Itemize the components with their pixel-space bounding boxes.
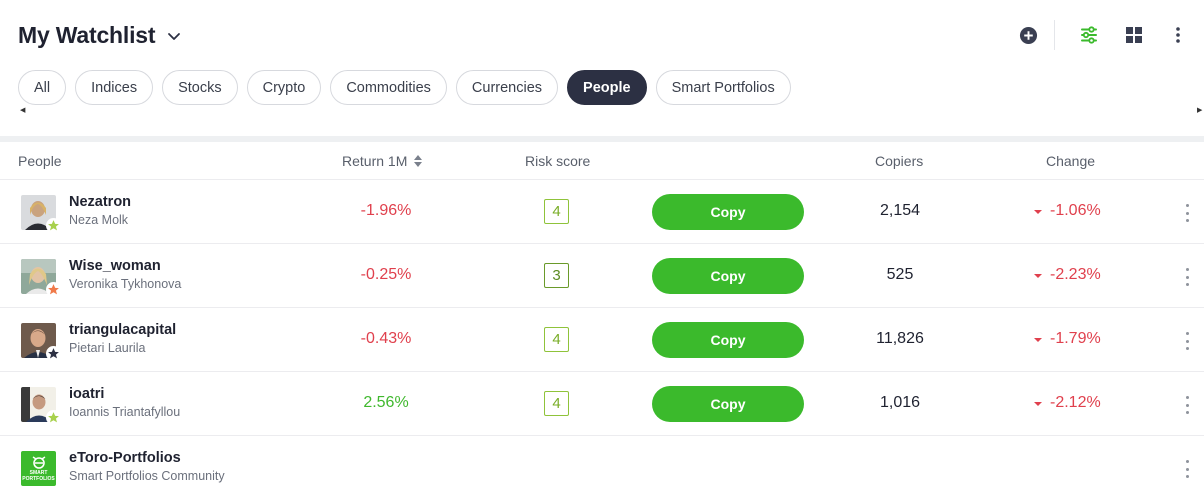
add-icon[interactable] <box>1017 24 1039 46</box>
copy-button[interactable]: Copy <box>652 194 804 230</box>
scroll-left-icon[interactable]: ◀ <box>20 106 25 114</box>
tab-all[interactable]: All <box>18 70 67 105</box>
row-more-icon[interactable] <box>1181 268 1193 286</box>
filters-icon[interactable] <box>1078 24 1100 46</box>
row-more-icon[interactable] <box>1181 460 1193 478</box>
tab-indices[interactable]: Indices <box>75 70 154 105</box>
change-text: -2.23% <box>1050 266 1101 283</box>
table-header: People Return 1M Risk score Copiers Chan… <box>0 142 1204 180</box>
return-value: -0.25% <box>360 266 412 283</box>
col-header-copiers: Copiers <box>875 153 924 169</box>
return-value: -1.96% <box>360 202 412 219</box>
change-value: -1.79% <box>1034 330 1101 348</box>
sort-icon[interactable] <box>414 155 423 167</box>
star-icon <box>46 218 61 233</box>
col-header-people: People <box>18 153 62 169</box>
copiers-count: 2,154 <box>879 202 921 219</box>
change-value: -2.12% <box>1034 394 1101 412</box>
col-header-risk: Risk score <box>525 153 591 169</box>
tab-commodities[interactable]: Commodities <box>330 70 447 105</box>
avatar[interactable] <box>21 259 61 297</box>
return-value: 2.56% <box>363 394 409 411</box>
down-arrow-icon <box>1034 209 1042 214</box>
category-tabs: All Indices Stocks Crypto Commodities Cu… <box>18 70 791 105</box>
col-header-change: Change <box>1046 153 1096 169</box>
down-arrow-icon <box>1034 401 1042 406</box>
col-header-return[interactable]: Return 1M <box>342 153 423 169</box>
page-title[interactable]: My Watchlist <box>18 22 156 49</box>
chevron-down-icon[interactable] <box>166 28 182 44</box>
username[interactable]: Nezatron <box>69 194 131 210</box>
risk-score-badge: 3 <box>544 263 569 288</box>
table-row[interactable]: Wise_woman Veronika Tykhonova -0.25% 3 C… <box>0 244 1204 308</box>
more-vertical-icon[interactable] <box>1167 24 1189 46</box>
grid-view-icon[interactable] <box>1123 24 1145 46</box>
col-header-return-label: Return 1M <box>342 153 408 169</box>
scroll-right-icon[interactable]: ▶ <box>1197 106 1202 114</box>
copiers-count: 525 <box>886 266 914 283</box>
copy-button[interactable]: Copy <box>652 386 804 422</box>
full-name: Pietari Laurila <box>69 341 146 355</box>
row-more-icon[interactable] <box>1181 396 1193 414</box>
risk-score-badge: 4 <box>544 391 569 416</box>
tab-people[interactable]: People <box>567 70 647 105</box>
full-name: Smart Portfolios Community <box>69 469 225 483</box>
logo-text-portfolios: PORTFOLIOS <box>22 475 55 482</box>
row-more-icon[interactable] <box>1181 204 1193 222</box>
username[interactable]: triangulacapital <box>69 322 176 338</box>
username[interactable]: Wise_woman <box>69 258 161 274</box>
table-row[interactable]: Nezatron Neza Molk -1.96% 4 Copy 2,154 -… <box>0 180 1204 244</box>
row-more-icon[interactable] <box>1181 332 1193 350</box>
tab-stocks[interactable]: Stocks <box>162 70 238 105</box>
avatar[interactable] <box>21 323 61 361</box>
change-text: -1.79% <box>1050 330 1101 347</box>
table-row[interactable]: triangulacapital Pietari Laurila -0.43% … <box>0 308 1204 372</box>
watchlist-header: My Watchlist All Indices Stocks Crypto C… <box>0 0 1204 136</box>
copy-button[interactable]: Copy <box>652 322 804 358</box>
full-name: Veronika Tykhonova <box>69 277 182 291</box>
table-row[interactable]: ioatri Ioannis Triantafyllou 2.56% 4 Cop… <box>0 372 1204 436</box>
change-value: -1.06% <box>1034 202 1101 220</box>
down-arrow-icon <box>1034 337 1042 342</box>
tab-smart-portfolios[interactable]: Smart Portfolios <box>655 70 791 105</box>
tab-crypto[interactable]: Crypto <box>246 70 322 105</box>
star-icon <box>46 410 61 425</box>
avatar[interactable] <box>21 387 61 425</box>
username[interactable]: eToro-Portfolios <box>69 450 181 466</box>
risk-score-badge: 4 <box>544 199 569 224</box>
smart-portfolio-logo[interactable]: SMART PORTFOLIOS <box>21 451 56 486</box>
star-icon <box>46 346 61 361</box>
risk-score-badge: 4 <box>544 327 569 352</box>
star-icon <box>46 282 61 297</box>
copy-button[interactable]: Copy <box>652 258 804 294</box>
etoro-e-icon <box>32 455 45 469</box>
return-value: -0.43% <box>360 330 412 347</box>
table-row[interactable]: SMART PORTFOLIOS eToro-Portfolios Smart … <box>0 436 1204 499</box>
copiers-count: 11,826 <box>876 330 924 347</box>
change-text: -2.12% <box>1050 394 1101 411</box>
down-arrow-icon <box>1034 273 1042 278</box>
full-name: Neza Molk <box>69 213 129 227</box>
copiers-count: 1,016 <box>879 394 921 411</box>
tab-currencies[interactable]: Currencies <box>455 70 559 105</box>
change-value: -2.23% <box>1034 266 1101 284</box>
avatar[interactable] <box>21 195 61 233</box>
username[interactable]: ioatri <box>69 386 104 402</box>
full-name: Ioannis Triantafyllou <box>69 405 181 419</box>
header-divider <box>1054 20 1055 50</box>
change-text: -1.06% <box>1050 202 1101 219</box>
